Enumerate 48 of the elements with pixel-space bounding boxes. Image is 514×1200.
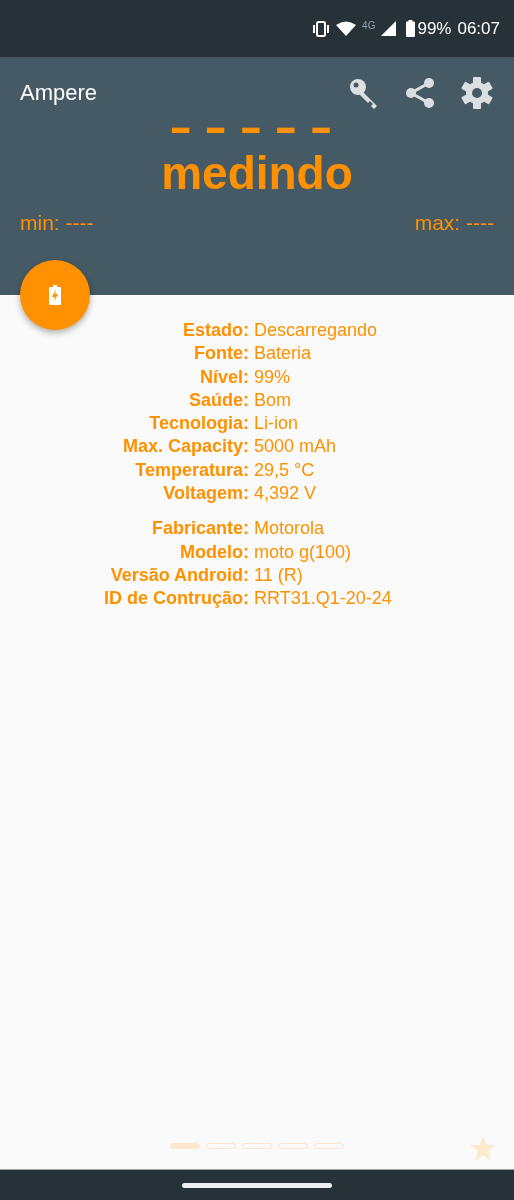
star-icon[interactable] (470, 1136, 496, 1161)
info-label: Max. Capacity: (121, 435, 250, 459)
info-value: Bateria (254, 342, 313, 366)
wifi-icon (336, 20, 357, 37)
battery-fab[interactable] (20, 260, 90, 330)
min-reading: min: ---- (20, 211, 94, 235)
page-indicator[interactable] (206, 1143, 236, 1149)
info-label: Temperatura: (134, 458, 250, 482)
info-value: RRT31.Q1-20-24 (254, 587, 393, 611)
info-value: Motorola (254, 517, 326, 541)
info-label: Nível: (198, 365, 250, 389)
info-label: Fonte: (193, 342, 250, 366)
page-indicator[interactable] (314, 1143, 344, 1149)
key-icon[interactable] (348, 77, 380, 109)
info-value: Li-ion (254, 412, 300, 436)
info-label: Estado: (182, 319, 250, 342)
info-label: Modelo: (179, 540, 250, 564)
info-value: 99% (254, 365, 292, 389)
battery-icon (406, 20, 416, 37)
info-value: Descarregando (254, 319, 379, 342)
charging-battery-icon (49, 285, 61, 305)
share-icon[interactable] (404, 77, 436, 109)
page-indicator[interactable] (278, 1143, 308, 1149)
page-indicator[interactable] (242, 1143, 272, 1149)
info-label: Tecnologia: (148, 412, 250, 436)
vibrate-icon (312, 20, 331, 37)
measuring-status: medindo (160, 146, 354, 201)
info-value: moto g(100) (254, 540, 353, 564)
network-type: 4G (362, 20, 376, 31)
info-label: Versão Android: (109, 563, 250, 587)
battery-percent: 99% (417, 18, 452, 39)
info-value: 5000 mAh (254, 435, 338, 459)
max-reading: max: ---- (414, 211, 494, 235)
current-reading: ----- (168, 117, 346, 137)
signal-icon (381, 21, 397, 36)
page-indicator[interactable] (170, 1143, 200, 1149)
home-handle[interactable] (182, 1182, 332, 1188)
info-value: 11 (R) (254, 563, 304, 587)
app-title: Ampere (20, 80, 98, 106)
info-label: Voltagem: (162, 482, 250, 506)
info-value: 29,5 °C (254, 458, 316, 482)
info-value: 4,392 V (254, 482, 318, 506)
info-label: Fabricante: (150, 517, 250, 541)
info-label: Saúde: (188, 388, 250, 412)
clock: 06:07 (457, 18, 500, 39)
info-value: Bom (254, 388, 292, 412)
settings-icon[interactable] (460, 76, 494, 110)
info-label: ID de Contrução: (103, 587, 250, 611)
